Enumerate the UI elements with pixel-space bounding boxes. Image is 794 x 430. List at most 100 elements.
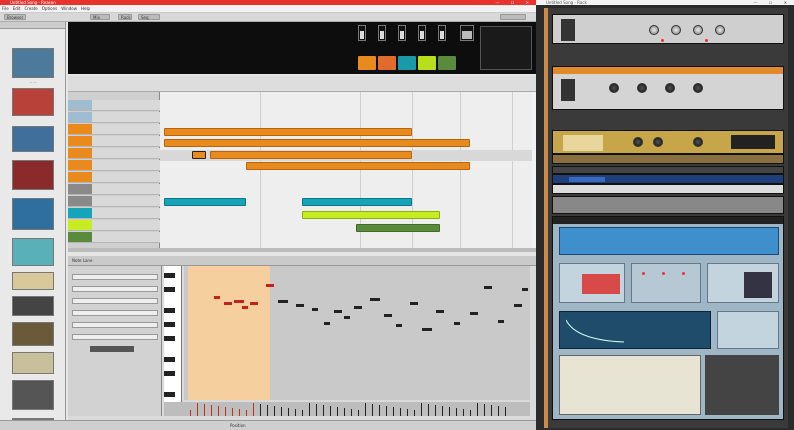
velocity-bar[interactable] — [302, 410, 303, 416]
velocity-bar[interactable] — [288, 408, 289, 416]
browser-thumb-3[interactable] — [12, 126, 54, 152]
inspector-field[interactable] — [72, 274, 158, 280]
velocity-bar[interactable] — [393, 407, 394, 416]
velocity-bar[interactable] — [260, 404, 261, 416]
velocity-bar[interactable] — [344, 408, 345, 416]
note[interactable] — [344, 316, 350, 319]
velocity-bar[interactable] — [239, 409, 240, 416]
velocity-bar[interactable] — [407, 409, 408, 416]
note[interactable] — [234, 300, 244, 303]
velocity-bar[interactable] — [386, 406, 387, 416]
browser-button[interactable]: Browser — [4, 14, 27, 20]
browser-thumb-6[interactable] — [12, 238, 54, 266]
velocity-bar[interactable] — [337, 407, 338, 416]
knob-icon[interactable] — [715, 25, 725, 35]
menu-file[interactable]: File — [0, 5, 11, 13]
velocity-bar[interactable] — [211, 405, 212, 416]
velocity-bar[interactable] — [309, 403, 310, 416]
velocity-bar[interactable] — [274, 406, 275, 416]
browser-thumb-2[interactable] — [12, 88, 54, 116]
velocity-bar[interactable] — [281, 407, 282, 416]
browser-thumb-7[interactable] — [12, 272, 54, 290]
black-key[interactable] — [164, 308, 175, 313]
note[interactable] — [324, 322, 330, 325]
velocity-bar[interactable] — [218, 406, 219, 416]
toolbar-right-button[interactable] — [500, 14, 526, 20]
velocity-bar[interactable] — [358, 410, 359, 416]
velocity-bar[interactable] — [372, 404, 373, 416]
black-key[interactable] — [164, 371, 175, 376]
knob-icon[interactable] — [609, 83, 619, 93]
clip[interactable] — [164, 139, 470, 147]
play-icon[interactable] — [358, 56, 376, 70]
velocity-bar[interactable] — [484, 404, 485, 416]
velocity-bar[interactable] — [295, 409, 296, 416]
inspector-button[interactable] — [90, 346, 134, 352]
track-row[interactable] — [68, 232, 160, 243]
rack-window-controls[interactable]: — ☐ ✕ — [754, 0, 792, 5]
track-row[interactable] — [68, 196, 160, 207]
black-key[interactable] — [164, 392, 175, 397]
seq-button[interactable]: Seq — [138, 14, 160, 20]
note[interactable] — [384, 314, 392, 317]
edit-mode-label[interactable]: Note Lane — [72, 258, 92, 263]
velocity-bar[interactable] — [190, 410, 191, 416]
browser-thumb-11[interactable] — [12, 380, 54, 410]
velocity-bar[interactable] — [316, 404, 317, 416]
browser-thumb-10[interactable] — [12, 352, 54, 374]
note[interactable] — [436, 310, 444, 313]
knob-icon[interactable] — [693, 137, 703, 147]
velocity-bar[interactable] — [414, 410, 415, 416]
knob-icon[interactable] — [671, 25, 681, 35]
note[interactable] — [484, 286, 492, 289]
menu-create[interactable]: Create — [22, 5, 39, 13]
record-icon[interactable] — [398, 56, 416, 70]
thor-display[interactable] — [559, 227, 779, 255]
clip[interactable] — [192, 151, 206, 159]
browser-thumb-8[interactable] — [12, 296, 54, 316]
note[interactable] — [296, 304, 304, 307]
note[interactable] — [370, 298, 380, 301]
velocity-bar[interactable] — [246, 410, 247, 416]
clip[interactable] — [356, 224, 440, 232]
note[interactable] — [242, 306, 248, 309]
note[interactable] — [454, 322, 460, 325]
inspector-field[interactable] — [72, 286, 158, 292]
browser-thumb-1[interactable] — [12, 48, 54, 78]
menu-options[interactable]: Options — [40, 5, 59, 13]
velocity-bar[interactable] — [351, 409, 352, 416]
note-grid[interactable] — [184, 266, 530, 400]
black-key[interactable] — [164, 336, 175, 341]
clip[interactable] — [164, 198, 246, 206]
black-key[interactable] — [164, 322, 175, 327]
velocity-bar[interactable] — [428, 404, 429, 416]
clip[interactable] — [302, 198, 412, 206]
inspector-field[interactable] — [72, 322, 158, 328]
velocity-bar[interactable] — [435, 405, 436, 416]
track-row[interactable] — [68, 184, 160, 195]
black-key[interactable] — [164, 357, 175, 362]
velocity-bar[interactable] — [449, 407, 450, 416]
velocity-bar[interactable] — [323, 405, 324, 416]
note[interactable] — [514, 304, 522, 307]
velocity-bar[interactable] — [463, 409, 464, 416]
piano-keys[interactable] — [164, 266, 182, 406]
velocity-bar[interactable] — [456, 408, 457, 416]
clip[interactable] — [164, 128, 412, 136]
clip[interactable] — [246, 162, 470, 170]
track-row[interactable] — [68, 160, 160, 171]
clip[interactable] — [302, 211, 440, 219]
sequencer-ruler[interactable] — [68, 76, 536, 92]
note[interactable] — [422, 328, 432, 331]
loop-icon[interactable] — [418, 56, 436, 70]
knob-icon[interactable] — [633, 137, 643, 147]
velocity-bar[interactable] — [498, 406, 499, 416]
knob-icon[interactable] — [637, 83, 647, 93]
browser-thumb-5[interactable] — [12, 198, 54, 230]
note[interactable] — [410, 302, 418, 305]
note[interactable] — [334, 310, 342, 313]
note[interactable] — [312, 308, 318, 311]
note[interactable] — [250, 302, 258, 305]
track-row[interactable] — [68, 148, 160, 159]
velocity-bar[interactable] — [365, 403, 366, 416]
